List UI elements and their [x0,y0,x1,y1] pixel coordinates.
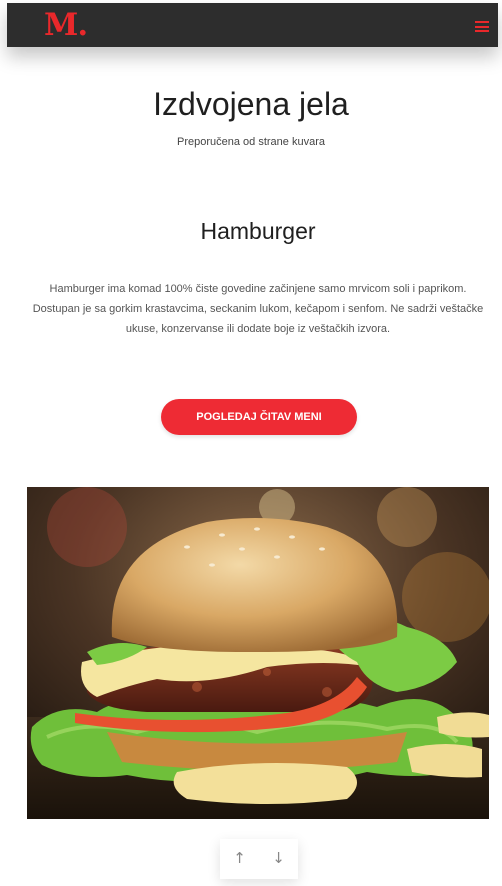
menu-bar [475,30,489,32]
navbar: M. [7,3,498,47]
hamburger-menu-icon[interactable] [475,21,489,32]
dish-photo [27,487,489,819]
carousel-controls: ↑ ↓ [220,839,298,879]
burger-illustration [27,487,489,819]
dish-description: Hamburger ima komad 100% čiste govedine … [32,283,484,335]
site-logo[interactable]: M. [44,7,88,43]
arrow-down-icon[interactable]: ↓ [259,839,298,879]
page-subtitle: Preporučena od strane kuvara [177,136,325,148]
view-full-menu-button[interactable]: POGLEDAJ ČITAV MENI [161,399,357,435]
page-title: Izdvojena jela [153,86,349,122]
arrow-up-icon[interactable]: ↑ [220,839,259,879]
menu-bar [475,25,489,28]
dish-name: Hamburger [200,218,316,244]
menu-bar [475,21,489,23]
